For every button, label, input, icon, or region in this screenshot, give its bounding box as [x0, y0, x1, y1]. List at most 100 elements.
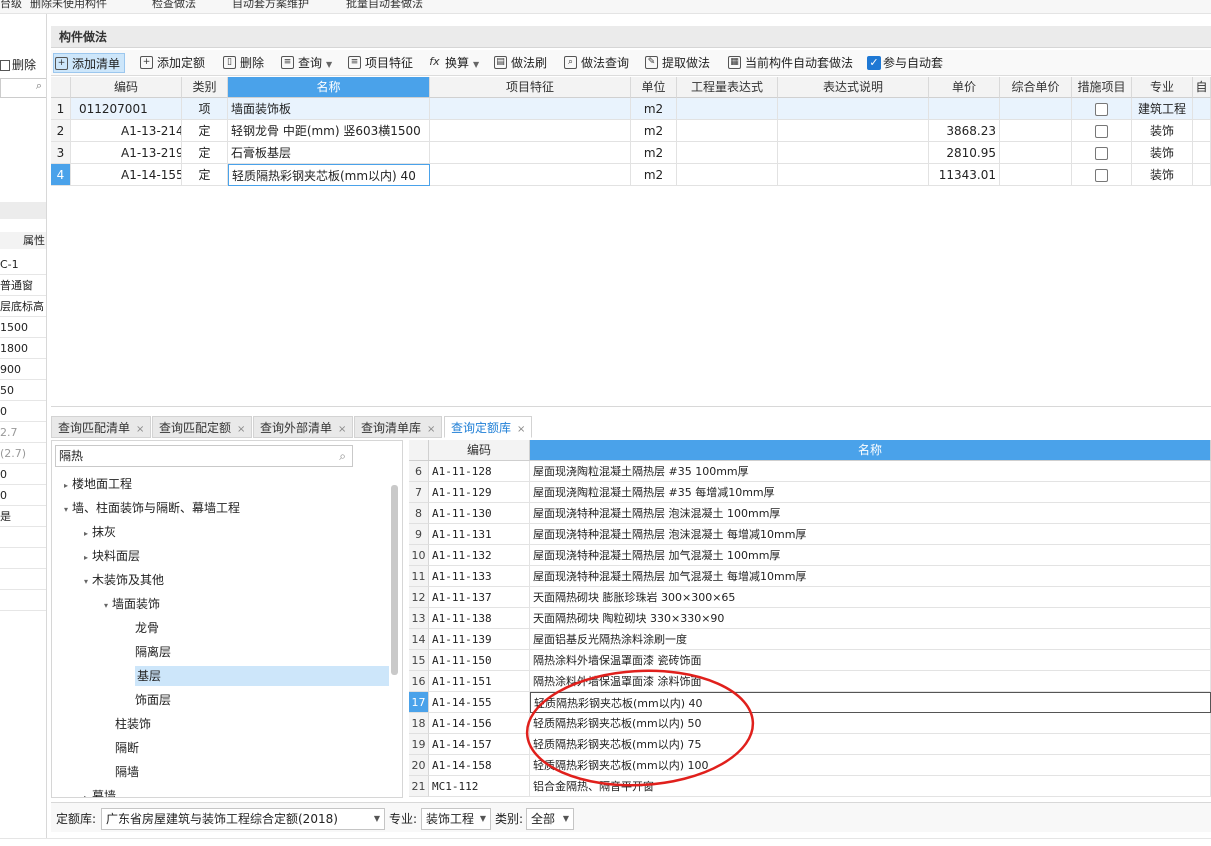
measure-checkbox[interactable] [1095, 147, 1108, 160]
grid-cell-expr[interactable] [677, 164, 778, 186]
grid-cell-price[interactable]: 2810.95 [929, 142, 1000, 164]
column-header[interactable]: 单位 [631, 77, 677, 98]
topbar-item[interactable]: 删除未使用构件 [30, 0, 107, 11]
result-code[interactable]: A1-11-130 [429, 503, 530, 524]
grid-cell-total[interactable] [1000, 142, 1072, 164]
grid-cell-price[interactable] [929, 98, 1000, 120]
tree-node[interactable]: ▾ 木装饰及其他 [84, 570, 164, 590]
grid-cell-major[interactable]: 建筑工程 [1132, 98, 1193, 120]
grid-cell-unit[interactable]: m2 [631, 164, 677, 186]
column-header[interactable]: 编码 [429, 440, 530, 461]
tree-node[interactable]: 隔断 [115, 738, 139, 758]
result-name[interactable]: 屋面现浇特种混凝土隔热层 加气混凝土 每增减10mm厚 [530, 566, 1211, 587]
topbar-item[interactable]: 批量自动套做法 [346, 0, 423, 11]
result-code[interactable]: A1-14-158 [429, 755, 530, 776]
chevron-down-icon[interactable]: ▾ [64, 505, 68, 514]
close-icon[interactable]: × [427, 424, 435, 435]
grid-cell-name[interactable]: 墙面装饰板 [228, 98, 430, 120]
tree-search-input[interactable]: 隔热 ⌕ [55, 445, 353, 467]
result-name[interactable]: 轻质隔热彩钢夹芯板(mm以内) 40 [530, 692, 1211, 713]
tree-node[interactable]: 隔墙 [115, 762, 139, 782]
convert-button[interactable]: fx 换算 ▼ [427, 53, 479, 73]
close-icon[interactable]: × [338, 424, 346, 435]
quota-lib-select[interactable]: 广东省房屋建筑与装饰工程综合定额(2018) ▼ [101, 808, 385, 830]
column-header[interactable]: 自 [1193, 77, 1211, 98]
tree-node[interactable]: ▸ 幕墙 [84, 786, 116, 797]
grid-cell-total[interactable] [1000, 164, 1072, 186]
grid-cell-price[interactable]: 3868.23 [929, 120, 1000, 142]
grid-cell-expr[interactable] [677, 98, 778, 120]
measure-checkbox-cell[interactable] [1072, 98, 1132, 120]
category-select[interactable]: 全部 ▼ [526, 808, 574, 830]
result-code[interactable]: A1-11-133 [429, 566, 530, 587]
tree-node[interactable]: ▾ 墙、柱面装饰与隔断、幕墙工程 [64, 498, 240, 518]
tree-node[interactable]: 龙骨 [135, 618, 159, 638]
tab-1[interactable]: 查询匹配清单 × [51, 416, 152, 438]
result-code[interactable]: A1-11-128 [429, 461, 530, 482]
auto-set-method-button[interactable]: ▦ 当前构件自动套做法 [727, 53, 853, 73]
result-name[interactable]: 屋面现浇特种混凝土隔热层 泡沫混凝土 每增减10mm厚 [530, 524, 1211, 545]
grid-cell-expr-desc[interactable] [778, 164, 929, 186]
tree-node[interactable]: ▸ 块料面层 [84, 546, 140, 566]
grid-cell-unit[interactable]: m2 [631, 120, 677, 142]
tree-node[interactable]: ▸ 楼地面工程 [64, 474, 132, 494]
chevron-right-icon[interactable]: ▸ [84, 793, 88, 797]
column-header[interactable]: 综合单价 [1000, 77, 1072, 98]
grid-cell-expr-desc[interactable] [778, 120, 929, 142]
tree-node[interactable]: 基层 [135, 666, 389, 686]
tree-node[interactable]: 隔离层 [135, 642, 171, 662]
grid-cell-expr-desc[interactable] [778, 98, 929, 120]
measure-checkbox[interactable] [1095, 103, 1108, 116]
result-name[interactable]: 屋面现浇陶粒混凝土隔热层 #35 100mm厚 [530, 461, 1211, 482]
tree-node[interactable]: 饰面层 [135, 690, 171, 710]
grid-cell-major[interactable]: 装饰 [1132, 142, 1193, 164]
grid-cell-code[interactable]: A1-13-214 [71, 120, 182, 142]
grid-cell-code[interactable]: A1-14-155 [71, 164, 182, 186]
chevron-right-icon[interactable]: ▸ [64, 481, 68, 490]
chevron-down-icon[interactable]: ▾ [104, 601, 108, 610]
chevron-right-icon[interactable]: ▸ [84, 553, 88, 562]
tab-5[interactable]: 查询定额库 × [444, 416, 533, 438]
result-code[interactable]: A1-11-129 [429, 482, 530, 503]
grid-cell-major[interactable]: 装饰 [1132, 120, 1193, 142]
extract-method-button[interactable]: ✎ 提取做法 [644, 53, 710, 73]
measure-checkbox-cell[interactable] [1072, 120, 1132, 142]
result-code[interactable]: A1-11-138 [429, 608, 530, 629]
result-code[interactable]: A1-11-139 [429, 629, 530, 650]
grid-cell-code[interactable]: A1-13-219 [71, 142, 182, 164]
column-header[interactable]: 单价 [929, 77, 1000, 98]
chevron-down-icon[interactable]: ▾ [84, 577, 88, 586]
result-code[interactable]: A1-11-151 [429, 671, 530, 692]
topbar-item[interactable]: 检查做法 [152, 0, 196, 11]
result-code[interactable]: A1-14-157 [429, 734, 530, 755]
column-header[interactable]: 名称 [530, 440, 1211, 461]
grid-cell-unit[interactable]: m2 [631, 98, 677, 120]
result-name[interactable]: 轻质隔热彩钢夹芯板(mm以内) 75 [530, 734, 1211, 755]
participate-auto-checkbox[interactable]: ✓ 参与自动套 [865, 53, 943, 73]
close-icon[interactable]: × [136, 424, 144, 435]
tree-node[interactable]: ▸ 抹灰 [84, 522, 116, 542]
measure-checkbox[interactable] [1095, 125, 1108, 138]
result-name[interactable]: 屋面现浇特种混凝土隔热层 加气混凝土 100mm厚 [530, 545, 1211, 566]
result-name[interactable]: 屋面现浇特种混凝土隔热层 泡沫混凝土 100mm厚 [530, 503, 1211, 524]
grid-cell-total[interactable] [1000, 120, 1072, 142]
measure-checkbox-cell[interactable] [1072, 142, 1132, 164]
column-header[interactable]: 措施项目 [1072, 77, 1132, 98]
close-icon[interactable]: × [237, 424, 245, 435]
result-code[interactable]: A1-11-132 [429, 545, 530, 566]
result-code[interactable]: A1-14-156 [429, 713, 530, 734]
grid-cell-feature[interactable] [430, 164, 631, 186]
column-header[interactable]: 专业 [1132, 77, 1193, 98]
result-name[interactable]: 天面隔热砌块 陶粒砌块 330×330×90 [530, 608, 1211, 629]
grid-cell-code[interactable]: 011207001 [71, 98, 182, 120]
grid-cell-feature[interactable] [430, 98, 631, 120]
query-button[interactable]: ≡ 查询 ▼ [280, 53, 332, 73]
grid-cell-expr[interactable] [677, 120, 778, 142]
result-name[interactable]: 天面隔热砌块 膨胀珍珠岩 300×300×65 [530, 587, 1211, 608]
measure-checkbox-cell[interactable] [1072, 164, 1132, 186]
column-header[interactable]: 工程量表达式 [677, 77, 778, 98]
grid-cell-total[interactable] [1000, 98, 1072, 120]
grid-cell-name[interactable]: 石膏板基层 [228, 142, 430, 164]
result-name[interactable]: 屋面现浇陶粒混凝土隔热层 #35 每增减10mm厚 [530, 482, 1211, 503]
column-header[interactable]: 类别 [182, 77, 228, 98]
